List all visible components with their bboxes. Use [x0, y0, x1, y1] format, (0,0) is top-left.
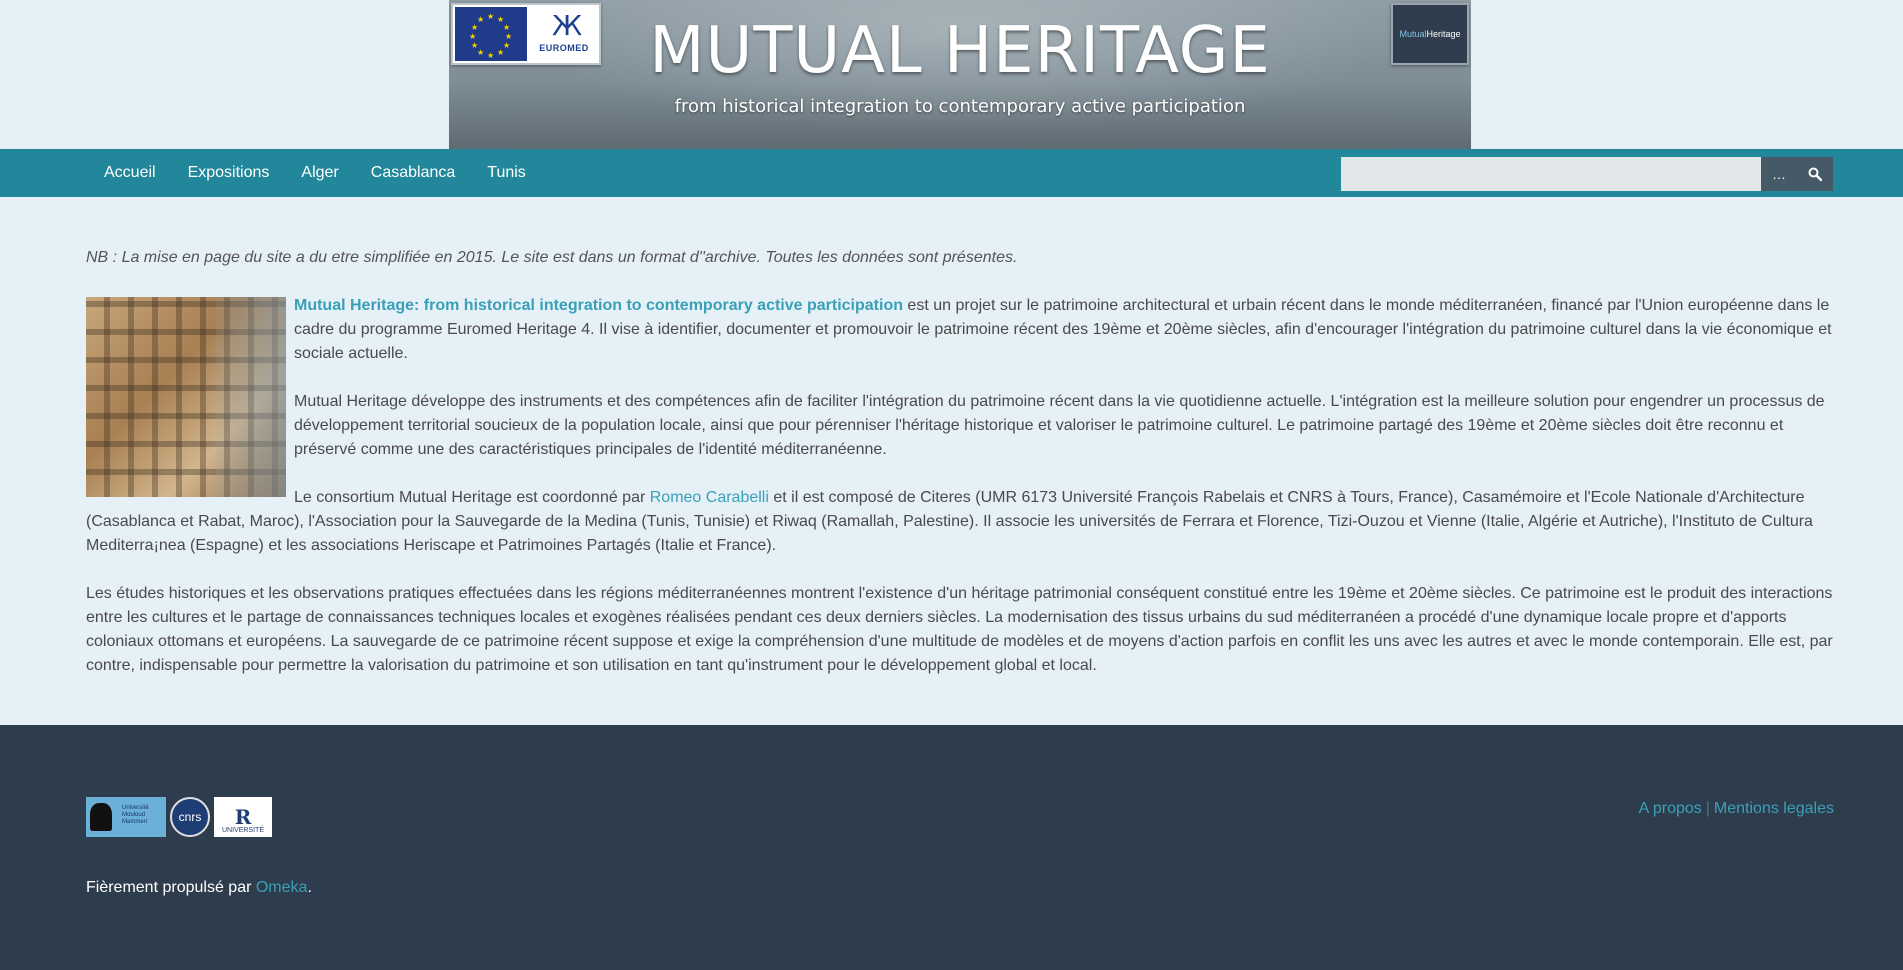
powered-by: Fièrement propulsé par Omeka. — [86, 879, 312, 897]
archive-notice: NB : La mise en page du site a du etre s… — [86, 249, 1018, 266]
cnrs-logo[interactable]: cnrs — [170, 797, 210, 837]
search-icon — [1808, 167, 1822, 181]
site-banner[interactable]: ★ ★ ★ ★ ★ ★ ★ ★ ★ ★ ★ ★ EUROMED MUTUAL H… — [449, 0, 1471, 149]
main-content: NB : La mise en page du site a du etre s… — [86, 197, 1834, 702]
about-link[interactable]: A propos — [1639, 800, 1702, 817]
nav-item-casablanca[interactable]: Casablanca — [355, 164, 472, 182]
site-title: MUTUAL HERITAGE — [649, 14, 1271, 88]
footer-links: A propos | Mentions legales — [1639, 800, 1834, 818]
advanced-search-button[interactable]: … — [1761, 157, 1797, 191]
legal-link[interactable]: Mentions legales — [1714, 800, 1834, 817]
primary-nav: Accueil Expositions Alger Casablanca Tun… — [88, 149, 542, 197]
intro-section: Mutual Heritage: from historical integra… — [86, 294, 1834, 678]
tizi-ouzou-university-logo[interactable]: Université Mouloud Mammeri — [86, 797, 166, 837]
consortium-text-before: Le consortium Mutual Heritage est coordo… — [294, 489, 650, 506]
search-form: … — [1341, 157, 1833, 191]
paragraph-studies: Les études historiques et les observatio… — [86, 585, 1833, 674]
nav-item-accueil[interactable]: Accueil — [88, 164, 172, 182]
paragraph-consortium: Le consortium Mutual Heritage est coordo… — [86, 486, 1834, 558]
rabelais-label: UNIVERSITÉ — [221, 827, 264, 834]
logo-heritage-text: Heritage — [1426, 29, 1461, 39]
coordinator-link[interactable]: Romeo Carabelli — [650, 489, 769, 506]
partner-logos: Université Mouloud Mammeri cnrs R UNIVERSIT… — [86, 797, 272, 837]
rabelais-mark: R — [234, 805, 252, 829]
search-input[interactable] — [1341, 157, 1761, 191]
site-subtitle: from historical integration to contempor… — [674, 96, 1246, 117]
nav-item-alger[interactable]: Alger — [285, 164, 354, 182]
nav-item-tunis[interactable]: Tunis — [471, 164, 542, 182]
site-footer: Université Mouloud Mammeri cnrs R UNIVERSIT… — [0, 725, 1903, 970]
footer-separator: | — [1705, 800, 1710, 817]
universite-rabelais-logo[interactable]: R UNIVERSITÉ — [214, 797, 272, 837]
building-photo — [86, 297, 286, 497]
powered-period: . — [307, 879, 312, 896]
powered-text: Fièrement propulsé par — [86, 879, 256, 896]
paragraph-instruments: Mutual Heritage développe des instrument… — [294, 393, 1825, 458]
project-title-link[interactable]: Mutual Heritage: from historical integra… — [294, 297, 903, 314]
header-band: ★ ★ ★ ★ ★ ★ ★ ★ ★ ★ ★ ★ EUROMED MUTUAL H… — [0, 0, 1903, 149]
main-navbar: Accueil Expositions Alger Casablanca Tun… — [0, 149, 1903, 197]
search-submit-button[interactable] — [1797, 157, 1833, 191]
mutual-heritage-logo: Mutual Heritage — [1391, 3, 1469, 65]
omeka-link[interactable]: Omeka — [256, 879, 308, 896]
nav-item-expositions[interactable]: Expositions — [172, 164, 286, 182]
intro-paragraph: Mutual Heritage: from historical integra… — [86, 294, 1834, 366]
logo-mutual-text: Mutual — [1399, 29, 1427, 39]
